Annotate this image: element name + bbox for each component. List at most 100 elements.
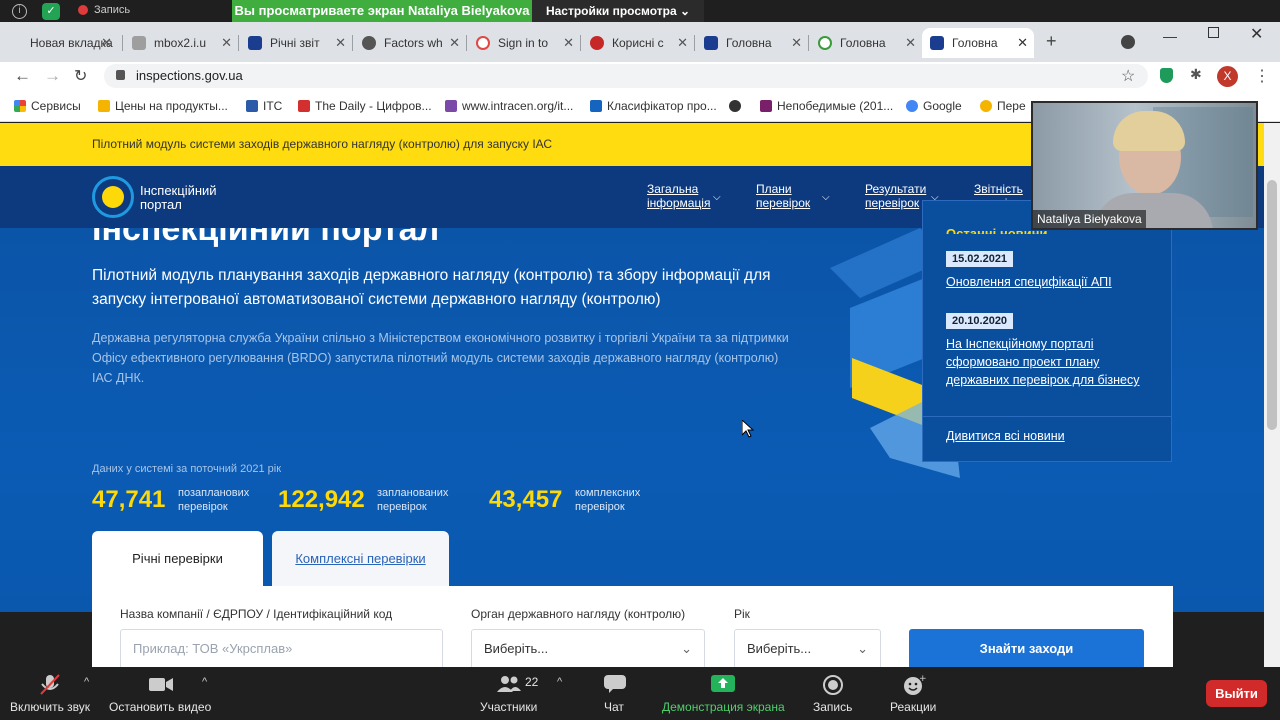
news-date: 20.10.2020	[946, 313, 1014, 329]
year-select[interactable]: Виберіть... ⌄	[734, 629, 881, 669]
tab-annual-inspections[interactable]: Річні перевірки	[92, 531, 263, 587]
stat-label-line: позапланових	[178, 487, 250, 499]
extension-shield-icon[interactable]	[1160, 68, 1173, 83]
close-tab-icon[interactable]: ✕	[449, 28, 460, 58]
close-window-icon[interactable]: ✕	[1250, 24, 1263, 44]
participant-name: Nataliya Bielyakova	[1033, 210, 1146, 228]
news-link[interactable]: На Інспекційному порталі сформовано прое…	[946, 335, 1156, 389]
browser-tab-5[interactable]: Sign in to ✕	[468, 28, 580, 58]
browser-tab-2[interactable]: mbox2.i.u ✕	[124, 28, 238, 58]
participants-label[interactable]: Участники	[480, 700, 537, 714]
star-icon[interactable]: ☆	[1121, 66, 1135, 86]
close-tab-icon[interactable]: ✕	[905, 28, 916, 58]
close-tab-icon[interactable]: ✕	[677, 28, 688, 58]
bookmark-item[interactable]: Класифікатор про...	[590, 99, 717, 113]
bookmark-label: Непобедимые (201...	[777, 99, 894, 113]
browser-tab-1[interactable]: Новая вкладка ✕	[0, 28, 118, 58]
mic-muted-icon[interactable]	[38, 674, 62, 695]
chevron-up-icon[interactable]: ^	[202, 676, 207, 688]
all-news-link[interactable]: Дивитися всі новини	[946, 427, 1156, 445]
hero-subtitle: Пілотний модуль планування заходів держа…	[92, 267, 771, 308]
browser-tab-6[interactable]: Корисні с ✕	[582, 28, 694, 58]
video-camera-icon[interactable]	[148, 674, 173, 694]
stat-complex-label: комплексних перевірок	[575, 486, 640, 514]
chevron-up-icon[interactable]: ^	[84, 676, 89, 688]
portal-logo-text[interactable]: Інспекційний портал	[140, 184, 217, 212]
close-tab-icon[interactable]: ✕	[791, 28, 802, 58]
participants-icon[interactable]	[496, 674, 521, 694]
scrollbar-thumb[interactable]	[1267, 180, 1277, 430]
stat-label-line: перевірок	[178, 501, 228, 513]
browser-tab-active[interactable]: Головна ✕	[922, 28, 1034, 58]
bookmark-item[interactable]: Цены на продукты...	[98, 99, 228, 113]
share-screen-icon[interactable]	[711, 674, 735, 694]
record-icon[interactable]	[822, 674, 846, 695]
lock-icon[interactable]	[116, 70, 125, 80]
bookmark-item[interactable]: www.intracen.org/it...	[445, 99, 573, 113]
new-tab-icon[interactable]: +	[1046, 31, 1057, 52]
reload-icon[interactable]: ↻	[74, 66, 87, 86]
movie-icon	[760, 100, 772, 112]
bookmark-item[interactable]	[729, 99, 746, 113]
chevron-up-icon[interactable]: ^	[557, 676, 562, 688]
agency-select[interactable]: Виберіть... ⌄	[471, 629, 705, 669]
bookmark-item[interactable]: The Daily - Цифров...	[298, 99, 432, 113]
tab-label: Корисні с	[612, 36, 664, 50]
tab-favicon	[590, 36, 604, 50]
info-icon[interactable]: i	[12, 4, 27, 19]
tab-label: Головна	[726, 36, 772, 50]
bookmark-label: Пере	[997, 99, 1026, 113]
browser-tab-7[interactable]: Головна ✕	[696, 28, 808, 58]
close-tab-icon[interactable]: ✕	[563, 28, 574, 58]
stop-video-label[interactable]: Остановить видео	[109, 700, 211, 714]
company-search-input[interactable]: Приклад: ТОВ «Укрсплав»	[120, 629, 443, 669]
record-button-label[interactable]: Запись	[813, 700, 852, 714]
close-tab-icon[interactable]: ✕	[1017, 28, 1028, 58]
bookmark-label: Google	[923, 99, 962, 113]
bookmark-apps[interactable]: Сервисы	[14, 99, 81, 113]
back-icon[interactable]: ←	[14, 66, 31, 86]
mouse-cursor-icon	[742, 420, 754, 438]
chat-label[interactable]: Чат	[604, 700, 624, 714]
browser-tab-4[interactable]: Factors wh ✕	[354, 28, 466, 58]
extensions-puzzle-icon[interactable]: ✱	[1190, 66, 1202, 83]
browser-tab-8[interactable]: Головна ✕	[810, 28, 922, 58]
reactions-smiley-icon[interactable]: +	[902, 674, 927, 695]
itc-icon	[246, 100, 258, 112]
tab-search-icon[interactable]	[1121, 35, 1135, 49]
globe-icon	[729, 100, 741, 112]
tab-complex-inspections[interactable]: Комплексні перевірки	[272, 531, 449, 587]
close-tab-icon[interactable]: ✕	[335, 28, 346, 58]
share-screen-label[interactable]: Демонстрация экрана	[662, 700, 785, 714]
maximize-icon[interactable]	[1208, 27, 1219, 38]
profile-avatar[interactable]: X	[1217, 66, 1238, 87]
nav-inspection-results[interactable]: Результати перевірок	[865, 182, 926, 210]
minimize-icon[interactable]: —	[1163, 28, 1177, 44]
url-text[interactable]: inspections.gov.ua	[136, 68, 243, 83]
unmute-label[interactable]: Включить звук	[10, 700, 90, 714]
tab-label: Sign in to	[498, 36, 549, 50]
menu-kebab-icon[interactable]: ⋮	[1254, 66, 1270, 86]
bookmark-item[interactable]: ITC	[246, 99, 282, 113]
close-tab-icon[interactable]: ✕	[221, 28, 232, 58]
find-measures-button[interactable]: Знайти заходи	[909, 629, 1144, 669]
shield-icon[interactable]: ✓	[42, 3, 60, 20]
bookmark-label: Цены на продукты...	[115, 99, 228, 113]
chat-bubble-icon[interactable]	[603, 674, 627, 694]
news-link[interactable]: Оновлення специфікації АПІ	[946, 273, 1156, 291]
year-field-label: Рік	[734, 607, 750, 621]
address-bar[interactable]	[104, 64, 1148, 88]
close-tab-icon[interactable]: ✕	[101, 28, 112, 58]
nav-general-info[interactable]: Загальна інформація	[647, 182, 710, 210]
bookmark-item[interactable]: Пере	[980, 99, 1026, 113]
forward-icon[interactable]: →	[44, 66, 61, 86]
chevron-down-icon: ⌵	[822, 192, 830, 203]
bookmark-item[interactable]: Непобедимые (201...	[760, 99, 893, 113]
portal-logo-icon[interactable]	[92, 176, 134, 218]
reactions-label[interactable]: Реакции	[890, 700, 936, 714]
browser-tab-3[interactable]: Річні звіт ✕	[240, 28, 352, 58]
bookmark-item[interactable]: Google	[906, 99, 962, 113]
leave-meeting-button[interactable]: Выйти	[1206, 680, 1267, 707]
view-options-button[interactable]: Настройки просмотра ⌄	[532, 0, 704, 22]
nav-inspection-plans[interactable]: Плани перевірок	[756, 182, 810, 210]
